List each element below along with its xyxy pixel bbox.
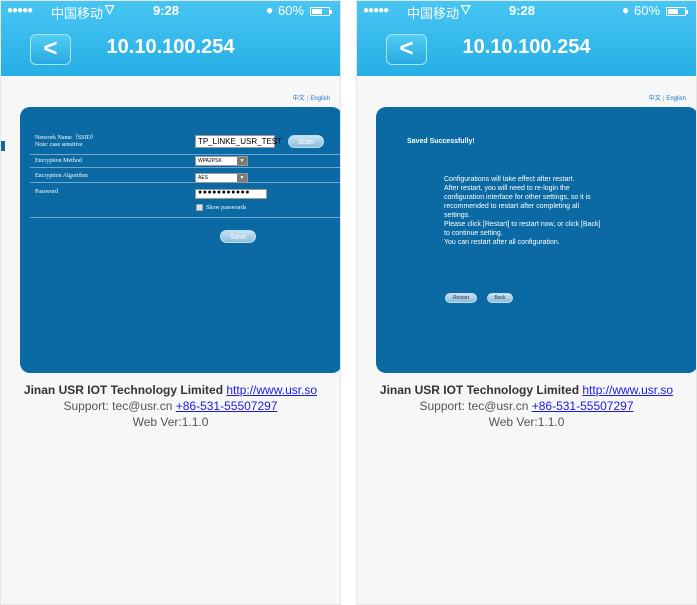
status-bar: ●●●●● 中国移动 ▽ 9:28 ● 60% (1, 1, 340, 21)
saved-panel: Saved Successfully! Configurations will … (376, 107, 696, 373)
status-bar: ●●●●● 中国移动 ▽ 9:28 ● 60% (357, 1, 696, 21)
chevron-down-icon: ▼ (237, 157, 247, 165)
ssid-note: Note: case sensitive (35, 142, 83, 148)
page-title: 10.10.100.254 (106, 36, 235, 58)
phone-screen-saved: ●●●●● 中国移动 ▽ 9:28 ● 60% < 10.10.100.254 … (356, 0, 697, 605)
message-line: settings. (444, 212, 471, 219)
password-input[interactable]: ●●●●●●●●●●● (195, 189, 267, 199)
website-link[interactable]: http://www.usr.so (582, 383, 673, 397)
carrier-name: 中国移动 (51, 6, 104, 21)
footer: Jinan USR IOT Technology Limited http://… (357, 382, 696, 430)
password-row (30, 182, 340, 218)
chevron-down-icon: ▼ (237, 174, 247, 182)
encryption-algorithm-label: Encryption Algorithm (35, 173, 88, 179)
footer-support-line: Support: tec@usr.cn +86-531-55507297 (357, 398, 696, 414)
message-line: Configurations will take effect after re… (444, 176, 575, 183)
signal-strength-icon: ●●●●● (7, 5, 33, 16)
wifi-icon: ▽ (461, 2, 471, 16)
lang-english-link[interactable]: English (310, 96, 330, 102)
scan-button[interactable]: Scan (288, 135, 324, 148)
save-button[interactable]: Save (220, 230, 256, 243)
support-email: Support: tec@usr.cn (419, 399, 529, 413)
wifi-icon: ▽ (105, 2, 115, 16)
message-line: After restart, you will need to re-login… (444, 185, 570, 192)
nav-bar: ●●●●● 中国移动 ▽ 9:28 ● 60% < 10.10.100.254 (1, 1, 340, 76)
footer-company-line: Jinan USR IOT Technology Limited http://… (357, 382, 696, 398)
encryption-method-value: WPA2PSK (198, 158, 222, 164)
restart-message: Configurations will take effect after re… (444, 175, 670, 247)
lang-english-link[interactable]: English (666, 96, 686, 102)
alarm-icon: ● (622, 3, 630, 17)
page-title: 10.10.100.254 (462, 36, 591, 58)
panel-back-button[interactable]: Back (487, 293, 513, 303)
encryption-method-label: Encryption Method (35, 158, 82, 164)
signal-strength-icon: ●●●●● (363, 5, 389, 16)
message-line: Please click [Restart] to restart now, o… (444, 221, 601, 228)
clock: 9:28 (509, 3, 536, 18)
message-line: configuration interface for other settin… (444, 194, 591, 201)
battery-icon (666, 7, 688, 16)
message-line: to continue setting. (444, 230, 503, 237)
battery-icon (310, 7, 332, 16)
web-version: Web Ver:1.1.0 (132, 415, 209, 429)
clock: 9:28 (153, 3, 180, 18)
footer: Jinan USR IOT Technology Limited http://… (1, 382, 340, 430)
phone-link[interactable]: +86-531-55507297 (176, 399, 278, 413)
settings-panel: Network Name（SSID） Note: case sensitive … (20, 107, 340, 373)
encryption-algorithm-value: AES (198, 175, 209, 181)
footer-company-line: Jinan USR IOT Technology Limited http://… (1, 382, 340, 398)
lang-chinese-link[interactable]: 中文 (293, 96, 305, 102)
restart-button[interactable]: Restart (445, 293, 477, 303)
web-version: Web Ver:1.1.0 (488, 415, 565, 429)
company-name: Jinan USR IOT Technology Limited (23, 383, 224, 397)
show-passwords-label: Show passwords (206, 205, 247, 211)
ssid-input[interactable]: TP_LINKE_USR_TEST (195, 135, 282, 148)
saved-title: Saved Successfully! (407, 138, 475, 145)
phone-screen-settings: ●●●●● 中国移动 ▽ 9:28 ● 60% < 10.10.100.254 … (0, 0, 341, 605)
alarm-icon: ● (266, 3, 274, 17)
lang-chinese-link[interactable]: 中文 (649, 96, 661, 102)
encryption-method-select[interactable]: WPA2PSK ▼ (195, 156, 248, 166)
message-line: You can restart after all configuration. (444, 239, 560, 246)
nav-bar: ●●●●● 中国移动 ▽ 9:28 ● 60% < 10.10.100.254 (357, 1, 696, 76)
battery-percent: 60% (634, 3, 661, 18)
message-line: recommended to restart after completing … (444, 203, 580, 210)
side-tab (1, 141, 5, 151)
language-switch: 中文 | English (293, 93, 330, 102)
carrier-name: 中国移动 (407, 6, 460, 21)
company-name: Jinan USR IOT Technology Limited (379, 383, 580, 397)
support-email: Support: tec@usr.cn (63, 399, 173, 413)
show-passwords-checkbox[interactable] (196, 204, 203, 211)
phone-link[interactable]: +86-531-55507297 (532, 399, 634, 413)
language-switch: 中文 | English (649, 93, 686, 102)
battery-percent: 60% (278, 3, 305, 18)
password-label: Password (35, 189, 59, 195)
footer-support-line: Support: tec@usr.cn +86-531-55507297 (1, 398, 340, 414)
ssid-label: Network Name（SSID） (35, 135, 97, 141)
website-link[interactable]: http://www.usr.so (226, 383, 317, 397)
